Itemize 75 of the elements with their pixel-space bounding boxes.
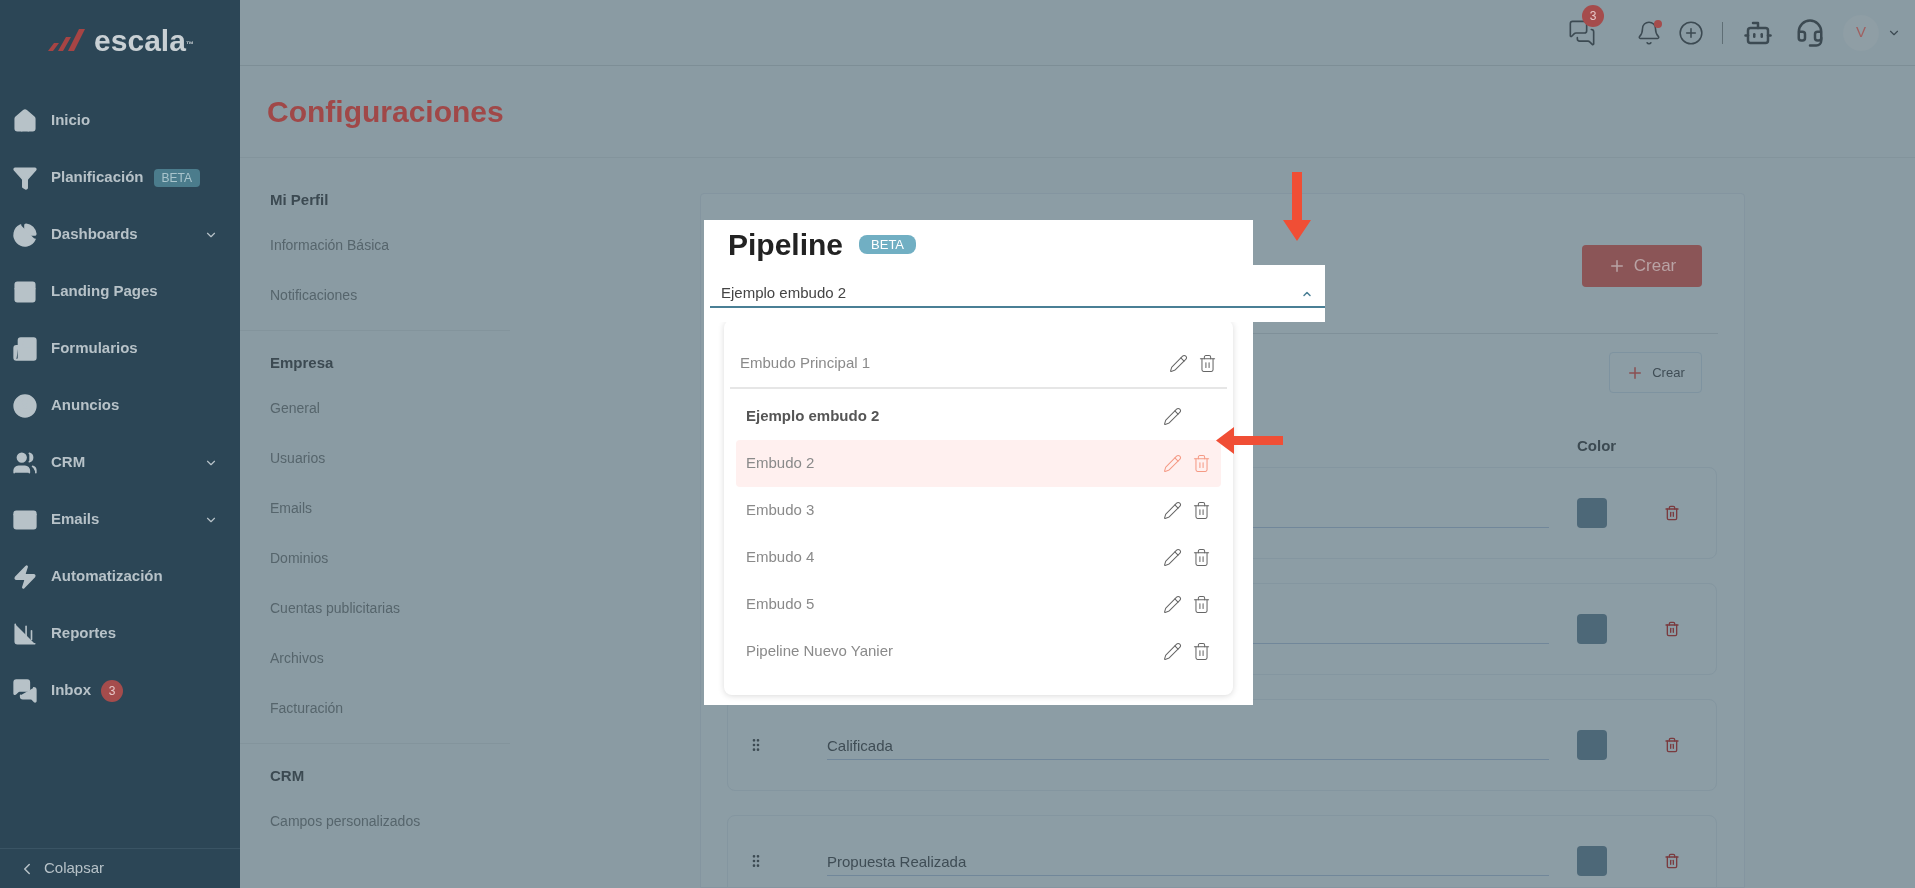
color-swatch[interactable] <box>1577 614 1607 644</box>
sidebar-label: Landing Pages <box>51 281 158 302</box>
section-heading: Empresa <box>270 352 335 373</box>
filter-icon <box>12 164 38 191</box>
users-icon <box>12 449 38 476</box>
pipeline-option[interactable]: Embudo 3 <box>736 487 1221 534</box>
pencil-icon[interactable] <box>1163 407 1182 426</box>
trash-icon[interactable] <box>1664 853 1680 869</box>
sidebar-item[interactable]: Reportes <box>0 605 240 662</box>
pipeline-option[interactable]: Ejemplo embudo 2 <box>736 393 1221 440</box>
sidebar-label: CRM <box>51 452 86 473</box>
pencil-icon[interactable] <box>1169 354 1188 373</box>
pie-chart-icon <box>12 221 38 248</box>
sidebar-item[interactable]: Dashboards <box>0 206 240 263</box>
collapse-button[interactable]: Colapsar <box>18 857 105 880</box>
create-pipeline-button[interactable]: Crear <box>1582 245 1702 287</box>
color-swatch[interactable] <box>1577 498 1607 528</box>
sidebar-label: Reportes <box>51 623 117 644</box>
trash-icon[interactable] <box>1192 501 1211 520</box>
pipeline-option[interactable]: Embudo Principal 1 <box>730 340 1227 387</box>
pipeline-option[interactable]: Pipeline Nuevo Yanier <box>736 628 1221 675</box>
sidebar-label: Formularios <box>51 338 138 359</box>
stage-name-field[interactable]: Propuesta Realizada <box>827 846 1549 876</box>
trash-icon[interactable] <box>1192 642 1211 661</box>
count-badge: 3 <box>101 679 123 702</box>
sidebar-item[interactable]: Emails <box>0 491 240 548</box>
color-swatch[interactable] <box>1577 730 1607 760</box>
sidebar-label: Automatización <box>51 566 163 587</box>
lightning-icon <box>12 563 38 590</box>
bell-icon[interactable] <box>1636 19 1662 46</box>
pipeline-option[interactable]: Embudo 4 <box>736 534 1221 581</box>
pipeline-title: Pipeline <box>728 227 844 263</box>
section-heading: CRM <box>270 765 306 786</box>
sidebar-label: Planificación <box>51 167 144 188</box>
pipeline-select[interactable]: Ejemplo embudo 2 <box>704 265 1325 322</box>
sidebar-item[interactable]: Anuncios <box>0 377 240 434</box>
chat-icon[interactable] <box>1568 18 1596 47</box>
pencil-icon[interactable] <box>1163 501 1182 520</box>
sidebar-item[interactable]: Landing Pages <box>0 263 240 320</box>
color-swatch[interactable] <box>1577 846 1607 876</box>
trash-icon[interactable] <box>1664 737 1680 753</box>
create-stage-button[interactable]: Crear <box>1609 352 1702 393</box>
sidebar-item[interactable]: Inbox 3 <box>0 662 240 719</box>
beta-badge: BETA <box>153 168 200 187</box>
beta-badge: BETA <box>859 234 917 255</box>
annotation-arrow <box>1216 427 1283 454</box>
trash-icon[interactable] <box>1192 548 1211 567</box>
sidebar-label: Inicio <box>51 110 91 131</box>
chat-icon <box>12 677 38 704</box>
pipeline-option[interactable]: Embudo 5 <box>736 581 1221 628</box>
headset-icon[interactable] <box>1795 17 1825 48</box>
add-icon[interactable] <box>1678 19 1704 46</box>
pencil-icon[interactable] <box>1163 548 1182 567</box>
stage-name-field[interactable]: Calificada <box>827 730 1549 760</box>
section-heading: Mi Perfil <box>270 189 330 210</box>
sidebar-label: Anuncios <box>51 395 120 416</box>
sidebar-label: Emails <box>51 509 100 530</box>
home-icon <box>12 107 38 134</box>
annotation-arrow <box>1283 172 1311 241</box>
sidebar-item[interactable]: Inicio <box>0 92 240 149</box>
sidebar-item[interactable]: Formularios <box>0 320 240 377</box>
page-title: Configuraciones <box>267 94 504 130</box>
trash-icon[interactable] <box>1198 354 1217 373</box>
pencil-icon[interactable] <box>1163 595 1182 614</box>
sidebar-item[interactable]: CRM <box>0 434 240 491</box>
trash-icon[interactable] <box>1664 505 1680 521</box>
trash-icon[interactable] <box>1192 595 1211 614</box>
column-header: Color <box>1577 436 1617 456</box>
trash-icon[interactable] <box>1664 621 1680 637</box>
pencil-icon[interactable] <box>1163 642 1182 661</box>
notification-count: 3 <box>1582 4 1604 27</box>
sidebar-item[interactable]: Automatización <box>0 548 240 605</box>
sidebar-label: Dashboards <box>51 224 138 245</box>
sidebar-label: Inbox <box>51 680 91 701</box>
sidebar-item[interactable]: Planificación BETA <box>0 149 240 206</box>
